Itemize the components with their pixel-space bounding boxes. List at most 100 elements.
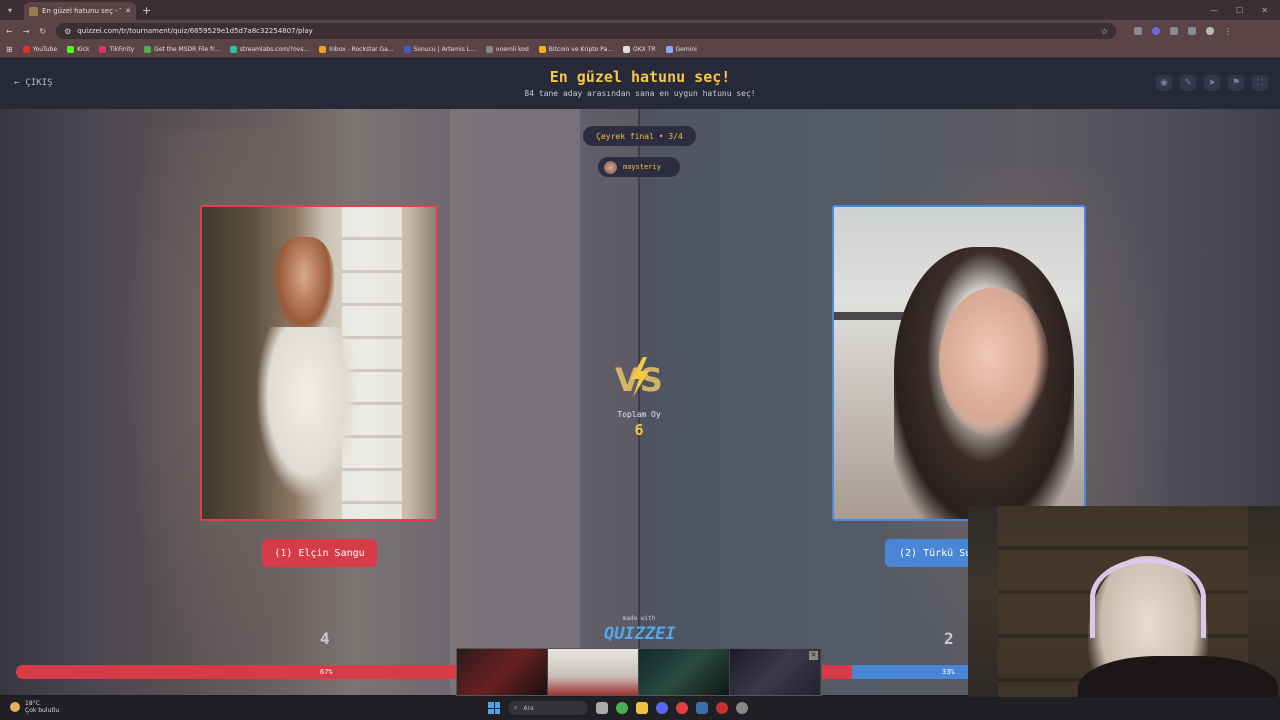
bookmark-item[interactable]: Get the MSDR File fr... xyxy=(144,46,220,53)
tab-search-icon[interactable]: ▾ xyxy=(0,0,20,20)
forward-icon[interactable]: → xyxy=(23,27,30,36)
bookmark-item[interactable]: Gemini xyxy=(665,46,697,53)
bookmark-item[interactable]: YouTube xyxy=(22,46,57,53)
bookmark-item[interactable]: Kick xyxy=(67,46,89,53)
share-icon[interactable]: ➤ xyxy=(1204,75,1220,91)
url-text: quizzei.com/tr/tournament/quiz/6859529e1… xyxy=(77,27,313,35)
preview-thumbnail[interactable] xyxy=(639,649,730,695)
browser-tab[interactable]: En güzel hatunu seç - Tier List ✕ xyxy=(24,2,136,20)
total-votes-label: Toplam Oy xyxy=(617,410,661,419)
obs-icon[interactable] xyxy=(716,702,728,714)
extension-icon[interactable] xyxy=(1152,27,1161,35)
task-view-icon[interactable] xyxy=(596,702,608,714)
page-title: En güzel hatunu seç! xyxy=(549,68,731,86)
window-close-icon[interactable]: ✕ xyxy=(1261,6,1268,15)
eye-icon[interactable]: ◉ xyxy=(1156,75,1172,91)
extensions-icon[interactable] xyxy=(1188,27,1197,35)
vs-icon: VS xyxy=(615,357,663,399)
bookmark-label: streamlabs.com/?ovs... xyxy=(239,46,310,53)
minimize-icon[interactable]: — xyxy=(1210,6,1218,15)
bookmark-item[interactable]: Inbox - Rockstar Ga... xyxy=(319,46,394,53)
bookmark-item[interactable]: onemli kod xyxy=(485,46,529,53)
bookmark-item[interactable]: TikFinity xyxy=(99,46,134,53)
windows-taskbar: 18°C Çok bulutlu ⌕ Ara xyxy=(0,697,1280,720)
browser-tab-bar: ▾ En güzel hatunu seç - Tier List ✕ + — … xyxy=(0,0,1280,20)
candidate-right-image[interactable] xyxy=(832,205,1086,521)
bookmark-favicon-icon xyxy=(229,46,237,53)
bookmark-favicon-icon xyxy=(67,46,75,53)
round-badge: Çeyrek final • 3/4 xyxy=(583,126,696,146)
settings-icon[interactable] xyxy=(736,702,748,714)
reload-icon[interactable]: ↻ xyxy=(39,27,46,36)
weather-condition: Çok bulutlu xyxy=(25,707,60,714)
header-actions: ◉ ✎ ➤ ⚑ ⛶ xyxy=(1156,75,1268,91)
bookmark-favicon-icon xyxy=(622,46,630,53)
user-badge: maysteriy xyxy=(598,157,680,177)
left-percent: 67% xyxy=(320,668,333,676)
bookmark-favicon-icon xyxy=(99,46,107,53)
tab-favicon-icon xyxy=(29,6,38,16)
apps-grid-icon[interactable]: ⊞ xyxy=(6,45,13,54)
preview-thumbnail[interactable] xyxy=(457,649,548,695)
bookmark-favicon-icon xyxy=(22,46,30,53)
file-explorer-icon[interactable] xyxy=(636,702,648,714)
fullscreen-icon[interactable]: ⛶ xyxy=(1252,75,1268,91)
bookmark-label: OKX TR xyxy=(632,46,656,53)
bookmark-label: Sonucu | Artemis L... xyxy=(413,46,476,53)
bookmark-label: Inbox - Rockstar Ga... xyxy=(329,46,394,53)
profile-avatar[interactable] xyxy=(1206,27,1215,35)
tab-title: En güzel hatunu seç - Tier List xyxy=(42,7,121,15)
steam-icon[interactable] xyxy=(696,702,708,714)
candidate-left-image[interactable] xyxy=(200,205,438,521)
menu-icon[interactable]: ⋮ xyxy=(1224,27,1232,36)
windows-start-icon[interactable] xyxy=(488,702,500,714)
bookmark-favicon-icon xyxy=(144,46,152,53)
taskbar-search[interactable]: ⌕ Ara xyxy=(508,701,588,715)
edit-icon[interactable]: ✎ xyxy=(1180,75,1196,91)
taskbar-apps: ⌕ Ara xyxy=(488,701,748,715)
bookmark-item[interactable]: OKX TR xyxy=(622,46,656,53)
back-icon[interactable]: ← xyxy=(6,27,13,36)
bookmark-label: Bitcoin ve Kripto Pa... xyxy=(548,46,613,53)
bookmark-favicon-icon xyxy=(665,46,673,53)
maximize-icon[interactable]: ☐ xyxy=(1236,6,1243,15)
window-controls: — ☐ ✕ xyxy=(1210,6,1280,15)
discord-icon[interactable] xyxy=(656,702,668,714)
bookmark-item[interactable]: Sonucu | Artemis L... xyxy=(403,46,476,53)
preview-thumbnail[interactable] xyxy=(730,649,821,695)
url-field[interactable]: ⚙ quizzei.com/tr/tournament/quiz/6859529… xyxy=(56,23,1117,39)
bookmark-label: Gemini xyxy=(675,46,697,53)
flag-icon[interactable]: ⚑ xyxy=(1228,75,1244,91)
search-icon: ⌕ xyxy=(514,704,518,711)
close-icon[interactable]: ✕ xyxy=(809,651,818,660)
bookmark-favicon-icon xyxy=(319,46,327,53)
vote-left-button[interactable]: (1) Elçin Sangu xyxy=(262,539,377,567)
username: maysteriy xyxy=(623,163,661,171)
bookmarks-bar: ⊞ YouTube Kick TikFinity Get the MSDR File … xyxy=(0,42,1280,58)
made-with-label: made with xyxy=(622,615,656,622)
site-info-icon[interactable]: ⚙ xyxy=(64,27,71,36)
right-vote-count: 2 xyxy=(944,629,954,648)
extension-icon[interactable] xyxy=(1134,27,1143,35)
preview-thumbnail[interactable] xyxy=(548,649,639,695)
bookmark-item[interactable]: streamlabs.com/?ovs... xyxy=(229,46,310,53)
address-bar: ← → ↻ ⚙ quizzei.com/tr/tournament/quiz/6… xyxy=(0,20,1280,42)
bookmark-label: TikFinity xyxy=(109,46,135,53)
bookmark-favicon-icon xyxy=(538,46,546,53)
bookmark-star-icon[interactable]: ☆ xyxy=(1101,27,1108,36)
extension-icons: ⋮ xyxy=(1134,27,1232,36)
new-tab-button[interactable]: + xyxy=(142,4,151,17)
app-icon[interactable] xyxy=(676,702,688,714)
bookmark-item[interactable]: Bitcoin ve Kripto Pa... xyxy=(538,46,613,53)
left-vote-count: 4 xyxy=(320,629,330,648)
center-divider xyxy=(638,109,640,695)
brand-logo[interactable]: QUIZZEI xyxy=(604,624,676,644)
bookmark-favicon-icon xyxy=(403,46,411,53)
total-votes-value: 6 xyxy=(634,421,644,439)
downloads-icon[interactable] xyxy=(1170,27,1179,35)
chrome-icon[interactable] xyxy=(616,702,628,714)
weather-widget[interactable]: 18°C Çok bulutlu xyxy=(10,700,59,714)
bookmark-label: Kick xyxy=(77,46,90,53)
temperature: 18°C xyxy=(25,700,40,707)
close-icon[interactable]: ✕ xyxy=(125,7,131,15)
